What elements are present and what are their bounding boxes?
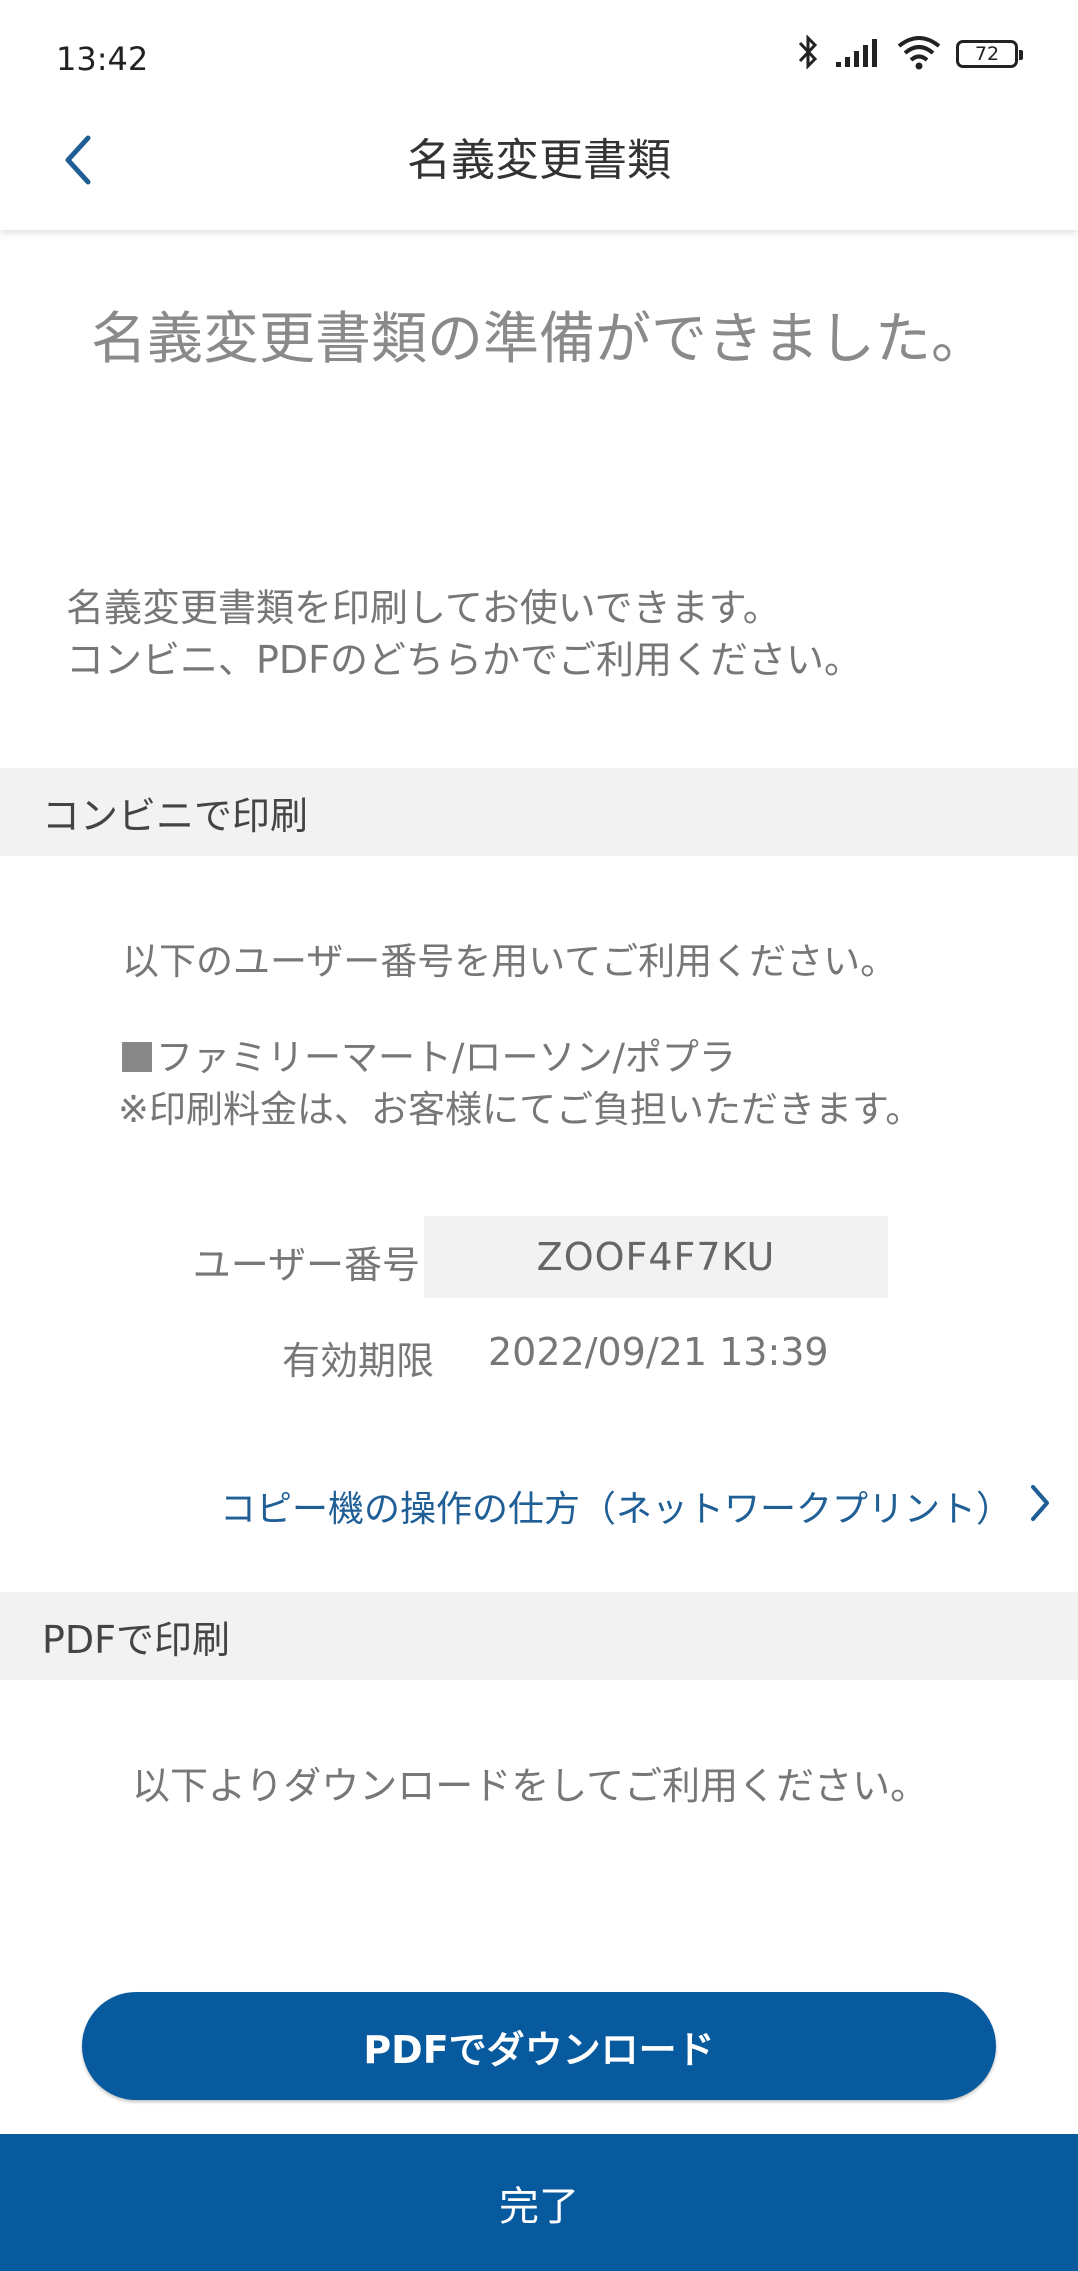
intro-text: 名義変更書類を印刷してお使いできます。 コンビニ、PDFのどちらかでご利用くださ… <box>66 582 862 686</box>
pdf-instruction: 以下よりダウンロードをしてご利用ください。 <box>132 1764 929 1808</box>
battery-level: 72 <box>974 43 1000 65</box>
user-number-label: ユーザー番号 <box>192 1243 420 1287</box>
chevron-right-icon[interactable] <box>1028 1483 1052 1527</box>
section-header-pdf: PDFで印刷 <box>0 1592 1078 1680</box>
copier-help-link[interactable]: コピー機の操作の仕方（ネットワークプリント） <box>220 1480 1012 1532</box>
expiry-label: 有効期限 <box>281 1339 434 1383</box>
wifi-icon <box>896 34 942 74</box>
done-button[interactable]: 完了 <box>0 2134 1078 2271</box>
square-bullet-icon <box>122 1042 152 1072</box>
status-time: 13:42 <box>56 40 149 78</box>
fee-note: ※印刷料金は、お客様にてご負担いただきます。 <box>118 1088 923 1131</box>
section-title-convenience: コンビニで印刷 <box>42 793 309 838</box>
lead-message: 名義変更書類の準備ができました。 <box>91 307 987 372</box>
expiry-value: 2022/09/21 13:39 <box>488 1330 829 1374</box>
intro-line-1: 名義変更書類を印刷してお使いできます。 <box>66 586 781 630</box>
section-title-pdf: PDFで印刷 <box>42 1617 231 1662</box>
convenience-instruction: 以下のユーザー番号を用いてご利用ください。 <box>122 940 898 983</box>
section-header-convenience: コンビニで印刷 <box>0 768 1078 856</box>
bluetooth-icon <box>796 32 820 76</box>
battery-icon: 72 <box>956 40 1023 68</box>
store-list: ファミリーマート/ローソン/ポプラ <box>122 1032 736 1084</box>
status-icons: 72 <box>796 32 1023 76</box>
signal-icon <box>834 36 882 72</box>
pdf-download-button[interactable]: PDFでダウンロード <box>82 1992 996 2100</box>
intro-line-2: コンビニ、PDFのどちらかでご利用ください。 <box>66 638 863 682</box>
done-label: 完了 <box>499 2183 579 2230</box>
user-number-field: ZOOF4F7KU <box>424 1216 888 1298</box>
page-title: 名義変更書類 <box>407 135 671 186</box>
pdf-download-label: PDFでダウンロード <box>363 2027 715 2072</box>
store-names: ファミリーマート/ローソン/ポプラ <box>156 1036 736 1079</box>
user-number-value: ZOOF4F7KU <box>536 1235 776 1279</box>
